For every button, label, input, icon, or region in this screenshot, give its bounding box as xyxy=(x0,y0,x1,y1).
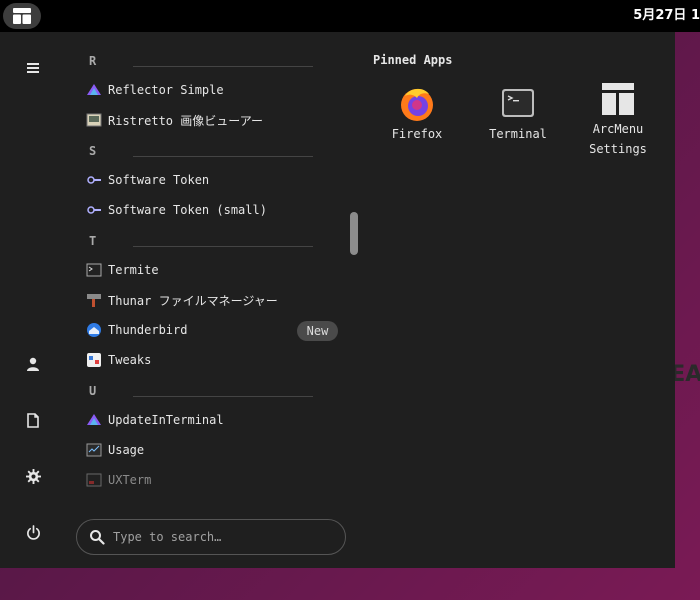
pinned-app-arcmenu-settings[interactable]: ArcMenu Settings xyxy=(573,79,663,159)
app-item-termite[interactable]: Termite xyxy=(86,258,346,282)
usage-icon xyxy=(86,443,102,457)
search-box[interactable] xyxy=(76,519,346,555)
app-item-reflector-simple[interactable]: Reflector Simple xyxy=(86,78,346,102)
app-item-usage[interactable]: Usage xyxy=(86,438,346,462)
update-icon xyxy=(87,414,101,425)
section-divider xyxy=(133,246,313,247)
section-divider xyxy=(133,396,313,397)
section-divider xyxy=(133,66,313,67)
pinned-apps-title: Pinned Apps xyxy=(373,53,453,67)
app-item-ristretto[interactable]: Ristretto 画像ビューアー xyxy=(86,108,346,132)
hamburger-menu-icon xyxy=(27,63,39,73)
tweaks-icon xyxy=(87,353,101,367)
new-badge: New xyxy=(297,321,338,341)
hamburger-button[interactable] xyxy=(18,53,48,83)
terminal-icon xyxy=(502,89,534,117)
documents-button[interactable] xyxy=(18,405,48,435)
pinned-app-firefox[interactable]: Firefox xyxy=(372,84,462,144)
document-icon xyxy=(27,412,39,428)
app-item-label: UpdateInTerminal xyxy=(108,413,224,427)
section-header-t: T xyxy=(89,234,97,248)
app-item-label: UXTerm xyxy=(108,473,152,487)
top-bar: 5月27日 1 xyxy=(0,0,700,32)
app-item-label: Usage xyxy=(108,443,145,457)
section-header-r: R xyxy=(89,54,97,68)
app-item-label: Tweaks xyxy=(108,353,152,367)
arcmenu-panel: R Reflector Simple Ristretto 画像ビューアー S S… xyxy=(0,32,675,568)
user-icon xyxy=(27,357,39,371)
app-item-label: Software Token (small) xyxy=(108,203,267,217)
search-input[interactable] xyxy=(113,530,333,544)
firefox-icon xyxy=(401,88,433,121)
app-list-scrollbar[interactable] xyxy=(350,212,358,255)
gear-icon xyxy=(25,468,41,484)
reflector-icon xyxy=(87,84,101,95)
app-item-thunar[interactable]: Thunar ファイルマネージャー xyxy=(86,288,346,312)
file-manager-icon xyxy=(87,294,101,307)
app-item-software-token-small[interactable]: Software Token (small) xyxy=(86,198,346,222)
app-item-tweaks[interactable]: Tweaks xyxy=(86,348,346,372)
search-icon xyxy=(90,530,105,545)
app-item-label: Ristretto 画像ビューアー xyxy=(108,113,264,128)
power-button[interactable] xyxy=(18,517,48,547)
layout-icon xyxy=(13,8,31,24)
app-item-label: Thunderbird xyxy=(108,323,188,337)
section-header-u: U xyxy=(89,384,97,398)
app-item-updateinterminal[interactable]: UpdateInTerminal xyxy=(86,408,346,432)
pinned-app-label: Firefox xyxy=(391,127,443,141)
image-viewer-icon xyxy=(86,113,102,127)
app-item-label: Termite xyxy=(108,263,159,277)
arcmenu-button[interactable] xyxy=(3,3,41,29)
pinned-app-label: Terminal xyxy=(489,127,547,141)
settings-button[interactable] xyxy=(18,461,48,491)
terminal-icon xyxy=(86,263,102,277)
app-item-label: Software Token xyxy=(108,173,210,187)
app-item-uxterm[interactable]: UXTerm xyxy=(86,468,346,492)
app-list[interactable]: R Reflector Simple Ristretto 画像ビューアー S S… xyxy=(80,32,350,502)
user-button[interactable] xyxy=(18,349,48,379)
section-divider xyxy=(133,156,313,157)
arcmenu-settings-icon xyxy=(602,83,634,115)
app-item-label: Thunar ファイルマネージャー xyxy=(108,293,278,308)
key-icon xyxy=(87,206,101,214)
uxterm-icon xyxy=(86,473,102,487)
power-icon xyxy=(26,524,40,540)
section-header-s: S xyxy=(89,144,97,158)
app-item-label: Reflector Simple xyxy=(108,83,224,97)
app-item-software-token[interactable]: Software Token xyxy=(86,168,346,192)
pinned-app-terminal[interactable]: Terminal xyxy=(473,84,563,144)
key-icon xyxy=(87,176,101,184)
pinned-app-label: Settings xyxy=(589,142,647,156)
pinned-app-label: ArcMenu xyxy=(592,122,644,136)
clock[interactable]: 5月27日 1 xyxy=(633,0,700,32)
thunderbird-icon xyxy=(87,323,101,337)
